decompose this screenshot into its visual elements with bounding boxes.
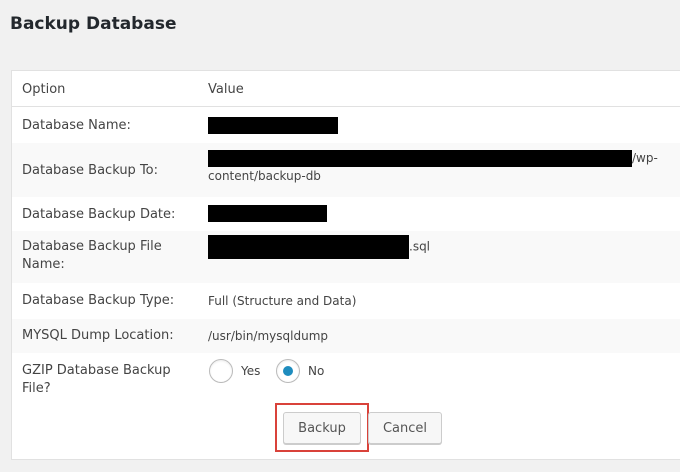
redacted-file-name: [208, 235, 409, 259]
file-name-suffix: .sql: [409, 239, 431, 254]
backup-type-label: Database Backup Type:: [22, 293, 175, 308]
dump-location-label: MYSQL Dump Location:: [22, 328, 174, 343]
gzip-no-label[interactable]: No: [308, 364, 324, 378]
backup-button[interactable]: Backup: [283, 412, 361, 444]
file-name-label-line1: Database Backup File: [22, 239, 162, 254]
table-row-backup-date: Database Backup Date:: [12, 197, 680, 231]
column-header-option: Option: [22, 82, 66, 97]
table-row-backup-type: Database Backup Type: Full (Structure an…: [12, 283, 680, 319]
gzip-yes-label[interactable]: Yes: [241, 364, 260, 378]
gzip-label-line1: GZIP Database Backup: [22, 363, 171, 378]
backup-type-value: Full (Structure and Data): [208, 294, 357, 308]
backup-to-suffix-line2: content/backup-db: [208, 169, 321, 183]
dump-location-value: /usr/bin/mysqldump: [208, 329, 328, 343]
file-name-label: Database Backup File Name:: [22, 238, 162, 274]
page-title: Backup Database: [10, 14, 177, 34]
table-row-dump-location: MYSQL Dump Location: /usr/bin/mysqldump: [12, 319, 680, 353]
table-row-file-name: Database Backup File Name: .sql: [12, 231, 680, 283]
file-name-value: .sql: [208, 235, 430, 259]
backup-date-value: [208, 204, 327, 222]
column-header-value: Value: [208, 82, 244, 97]
redacted-backup-date: [208, 205, 327, 222]
table-row-gzip: GZIP Database Backup File? Yes No: [12, 353, 680, 397]
gzip-no-radio[interactable]: [276, 359, 300, 383]
database-name-label: Database Name:: [22, 118, 131, 133]
redacted-database-name: [208, 117, 338, 134]
redacted-backup-path: [208, 150, 632, 167]
backup-to-value: /wp- content/backup-db: [208, 149, 668, 185]
gzip-label: GZIP Database Backup File?: [22, 362, 171, 398]
backup-options-panel: Option Value Database Name: Database Bac…: [11, 70, 680, 460]
backup-to-label: Database Backup To:: [22, 163, 159, 178]
backup-to-suffix-line1: /wp-: [632, 151, 658, 165]
backup-date-label: Database Backup Date:: [22, 207, 176, 222]
table-header: Option Value: [12, 71, 680, 107]
file-name-label-line2: Name:: [22, 257, 65, 272]
table-row-backup-to: Database Backup To: /wp- content/backup-…: [12, 143, 680, 197]
gzip-yes-radio[interactable]: [209, 359, 233, 383]
gzip-label-line2: File?: [22, 381, 51, 396]
database-name-value: [208, 116, 338, 134]
table-row-database-name: Database Name:: [12, 107, 680, 143]
cancel-button[interactable]: Cancel: [368, 412, 442, 444]
